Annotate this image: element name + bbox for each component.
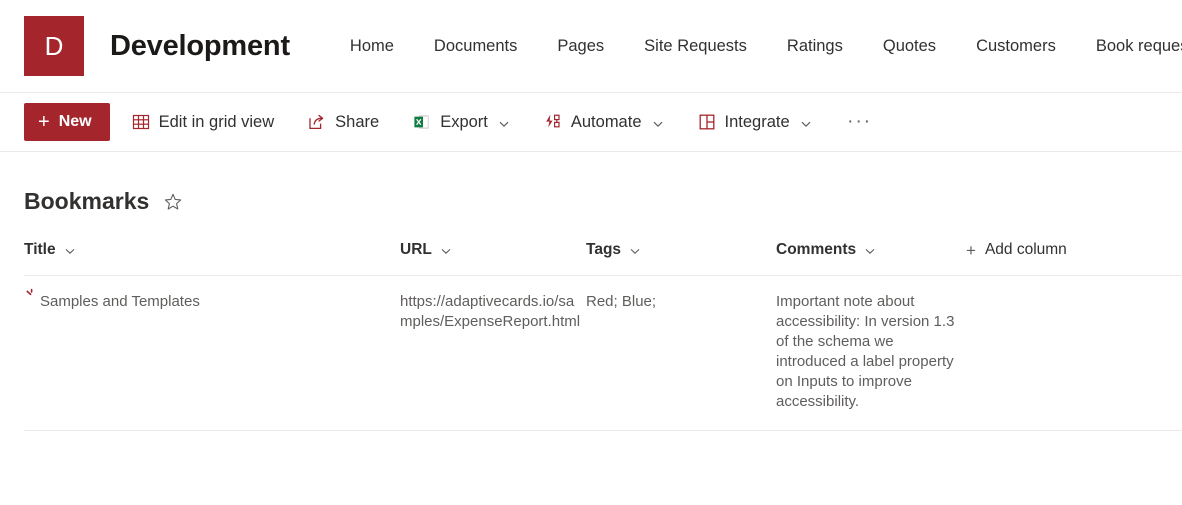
command-bar: + New Edit in grid view Share Export Aut… (0, 93, 1182, 152)
chevron-down-icon (800, 116, 812, 128)
chevron-down-icon (498, 116, 510, 128)
new-button-label: New (58, 113, 92, 130)
grid-view-icon (131, 112, 151, 132)
nav-item-quotes[interactable]: Quotes (863, 31, 956, 62)
automate-button[interactable]: Automate (531, 102, 676, 142)
list-area: Bookmarks Title URL Tags Comments + Add … (0, 152, 1182, 431)
loading-spinner-icon (24, 287, 40, 303)
edit-in-grid-view-button[interactable]: Edit in grid view (119, 102, 287, 142)
nav-item-home[interactable]: Home (330, 31, 414, 62)
nav-item-site-requests[interactable]: Site Requests (624, 31, 767, 62)
column-header-title[interactable]: Title (24, 241, 400, 276)
column-header-url[interactable]: URL (400, 241, 586, 276)
more-options-icon[interactable]: ··· (840, 102, 880, 142)
nav-item-customers[interactable]: Customers (956, 31, 1076, 62)
column-header-tags-label: Tags (586, 241, 622, 258)
cell-title[interactable]: Samples and Templates (24, 275, 400, 431)
table-header-row: Title URL Tags Comments + Add column (24, 241, 1182, 276)
cell-empty (966, 275, 1182, 431)
excel-export-icon (412, 112, 432, 132)
chevron-down-icon (652, 116, 664, 128)
plus-icon: + (966, 240, 976, 260)
automate-label: Automate (570, 112, 642, 131)
share-icon (307, 112, 327, 132)
export-button[interactable]: Export (400, 102, 522, 142)
new-button[interactable]: + New (24, 103, 110, 141)
cell-title-text: Samples and Templates (40, 293, 200, 310)
share-label: Share (335, 112, 380, 131)
chevron-down-icon (64, 244, 76, 256)
integrate-label: Integrate (724, 112, 790, 131)
chevron-down-icon (440, 244, 452, 256)
integrate-button[interactable]: Integrate (685, 102, 824, 142)
site-logo[interactable]: D (24, 16, 84, 76)
share-button[interactable]: Share (295, 102, 391, 142)
nav-item-documents[interactable]: Documents (414, 31, 537, 62)
list-title-row: Bookmarks (24, 152, 1182, 215)
chevron-down-icon (629, 244, 641, 256)
add-column-label: Add column (984, 241, 1067, 258)
nav-item-book-requests[interactable]: Book requests (1076, 31, 1182, 62)
table-row[interactable]: Samples and Templates https://adaptiveca… (24, 275, 1182, 431)
export-label: Export (440, 112, 488, 131)
nav-item-pages[interactable]: Pages (537, 31, 624, 62)
site-logo-letter: D (44, 30, 64, 61)
nav-item-ratings[interactable]: Ratings (767, 31, 863, 62)
star-outline-icon[interactable] (163, 192, 183, 212)
edit-in-grid-view-label: Edit in grid view (158, 112, 275, 131)
cell-comments[interactable]: Important note about accessibility: In v… (776, 275, 966, 431)
bookmarks-table: Title URL Tags Comments + Add column Sam… (24, 241, 1182, 431)
site-navigation: Home Documents Pages Site Requests Ratin… (330, 31, 1182, 62)
column-header-url-label: URL (400, 241, 432, 258)
integrate-icon (697, 112, 717, 132)
sharepoint-list-page: D Development Home Documents Pages Site … (0, 0, 1182, 505)
column-header-comments-label: Comments (776, 241, 857, 258)
site-title: Development (110, 29, 290, 62)
cell-url[interactable]: https://adaptivecards.io/samples/Expense… (400, 275, 586, 431)
column-header-tags[interactable]: Tags (586, 241, 776, 276)
cell-tags[interactable]: Red; Blue; (586, 275, 776, 431)
chevron-down-icon (864, 244, 876, 256)
page-title: Bookmarks (24, 188, 150, 214)
column-header-title-label: Title (24, 241, 56, 258)
plus-icon: + (38, 111, 50, 133)
automate-icon (543, 112, 563, 132)
column-header-comments[interactable]: Comments (776, 241, 966, 276)
site-header: D Development Home Documents Pages Site … (0, 0, 1182, 93)
add-column-button[interactable]: + Add column (966, 241, 1182, 276)
